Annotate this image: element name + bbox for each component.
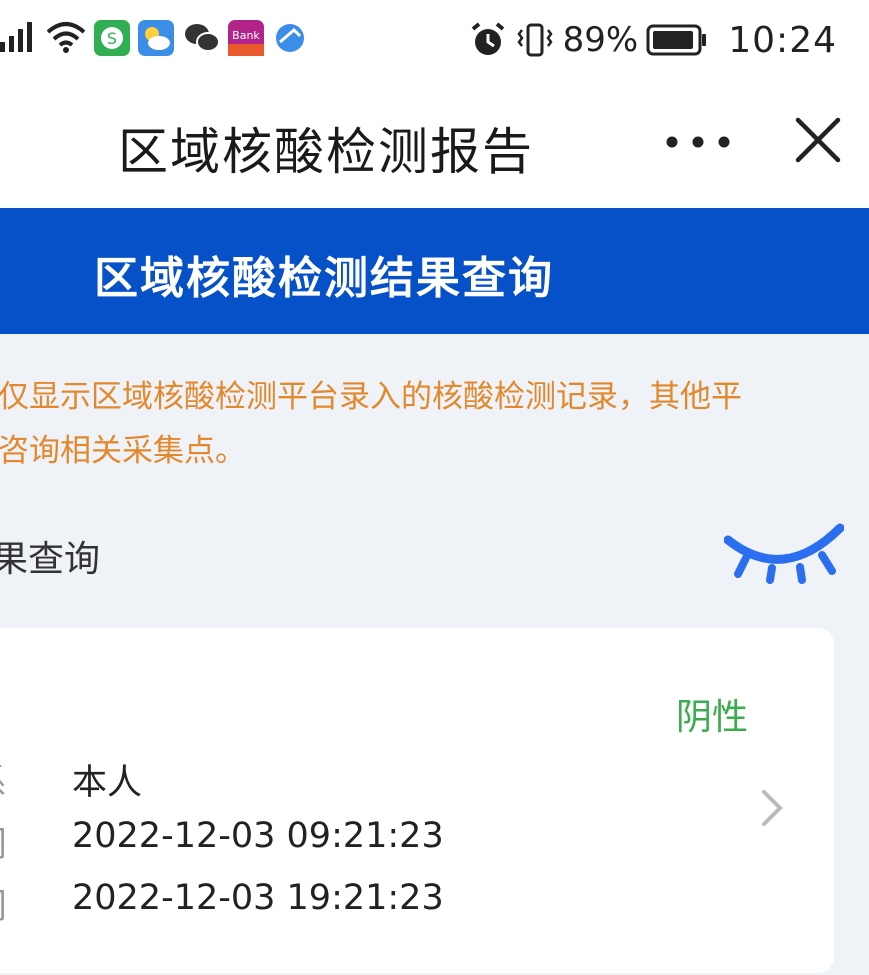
svg-text:S: S	[107, 29, 117, 48]
weather-icon	[138, 20, 174, 56]
nav-bar: 区域核酸检测报告	[0, 80, 869, 208]
vibrate-icon	[517, 23, 553, 57]
row-value: 2022-12-03 09:21:23	[72, 816, 444, 856]
wifi-icon	[46, 22, 86, 53]
row-label: 间	[0, 816, 7, 867]
svg-text:Bank: Bank	[232, 29, 260, 42]
notice-line-1: 仅显示区域核酸检测平台录入的核酸检测记录，其他平	[0, 379, 742, 415]
app-icon-green: S	[94, 20, 130, 56]
eye-closed-icon	[723, 523, 845, 584]
status-bar: S Bank 89% 10:24	[0, 0, 869, 80]
battery-icon	[646, 24, 707, 56]
wechat-icon	[185, 24, 220, 52]
clock-time: 10:24	[728, 19, 837, 61]
notice-line-2: 咨询相关采集点。	[0, 433, 246, 469]
notice-text: 仅显示区域核酸检测平台录入的核酸检测记录，其他平 咨询相关采集点。	[0, 370, 869, 478]
query-header-banner: 区域核酸检测结果查询	[0, 208, 869, 334]
test-result-badge: 阴性	[676, 697, 749, 738]
battery-percent: 89%	[562, 20, 639, 60]
browser-icon	[276, 24, 304, 52]
row-value: 本人	[72, 763, 143, 803]
more-options-button[interactable]	[664, 120, 734, 164]
more-dots-icon	[666, 136, 730, 148]
header-title: 区域核酸检测结果查询	[94, 253, 554, 304]
alarm-icon	[471, 22, 504, 55]
row-label: 系	[0, 754, 7, 805]
chevron-right-icon	[762, 790, 783, 826]
toggle-visibility-button[interactable]	[723, 522, 845, 590]
row-label: 间	[0, 878, 7, 929]
close-button[interactable]	[790, 112, 846, 168]
row-value: 2022-12-03 19:21:23	[72, 878, 444, 918]
test-record-card[interactable]: 阴性 系 本人 间 2022-12-03 09:21:23 间 2022-12-…	[0, 628, 834, 973]
signal-icon	[0, 22, 32, 52]
close-icon	[795, 117, 841, 163]
status-right-group: 89% 10:24	[469, 18, 837, 62]
bank-app-icon: Bank	[228, 20, 264, 56]
page-title: 区域核酸检测报告	[118, 123, 534, 181]
section-title: 果查询	[0, 539, 101, 580]
